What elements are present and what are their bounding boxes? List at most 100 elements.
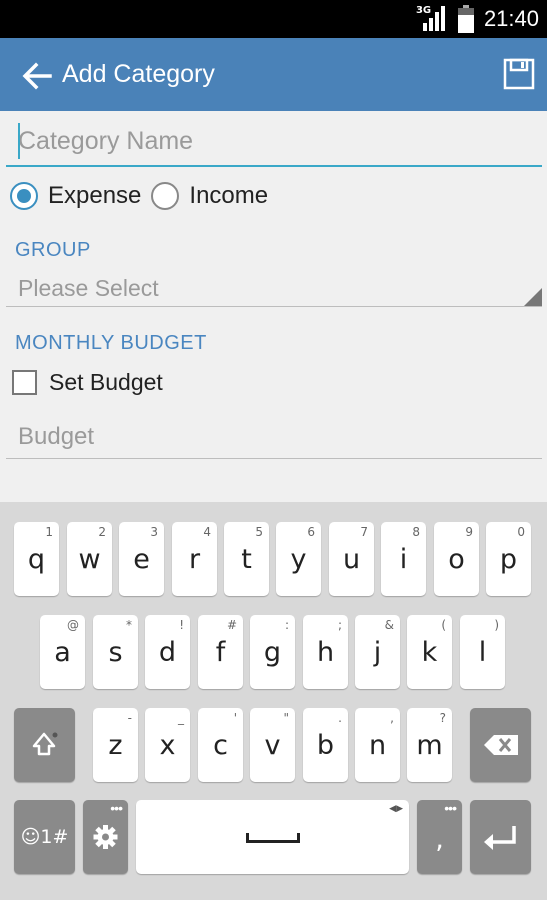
gear-icon <box>93 825 118 849</box>
clock: 21:40 <box>483 6 539 31</box>
key-j[interactable]: & j <box>355 615 400 689</box>
key-label: i <box>399 544 408 575</box>
key-y[interactable]: 6y <box>276 522 321 596</box>
emoji-symbols-key[interactable]: ☺1# <box>14 800 75 874</box>
key-hint: 8 <box>412 525 420 539</box>
key-hint: 3 <box>150 525 158 539</box>
key-e[interactable]: 3e <box>119 522 164 596</box>
key-hint: & <box>384 618 394 632</box>
set-budget-row: Set Budget <box>12 368 163 396</box>
monthly-budget-section-label: MONTHLY BUDGET <box>15 332 207 354</box>
key-hint: # <box>226 618 237 632</box>
key-k[interactable]: (k <box>407 615 452 689</box>
key-hint: _ <box>178 711 184 725</box>
key-label: s <box>108 637 123 668</box>
status-bar: 3G 21:40 <box>0 0 547 38</box>
income-radio[interactable] <box>151 182 180 210</box>
space-key[interactable]: ◀▶ <box>136 800 409 874</box>
income-radio-label[interactable]: Income <box>189 182 268 210</box>
key-hint: 7 <box>360 525 368 539</box>
key-label: v <box>264 730 281 761</box>
key-hint: ' <box>233 711 237 725</box>
shift-arrow-icon <box>32 732 58 756</box>
key-l[interactable]: ) l <box>460 615 505 689</box>
key-hint: : <box>284 618 289 632</box>
key-label: w <box>78 544 101 575</box>
key-a[interactable]: @ a <box>40 615 85 689</box>
key-n[interactable]: ,n <box>355 708 400 782</box>
key-label: f <box>215 637 226 668</box>
key-label: k <box>421 637 438 668</box>
key-hint: 2 <box>98 525 106 539</box>
key-x[interactable]: _ x <box>145 708 190 782</box>
key-hint: ; <box>337 618 342 632</box>
budget-input[interactable] <box>6 419 542 455</box>
comma-key[interactable]: ••• , <box>417 800 462 874</box>
key-label: t <box>241 544 252 575</box>
key-r[interactable]: 4r <box>172 522 217 596</box>
key-label: h <box>316 637 335 668</box>
key-hint: ( <box>441 618 446 632</box>
set-budget-label[interactable]: Set Budget <box>49 369 163 396</box>
key-hint: ! <box>179 618 184 632</box>
budget-field-wrap <box>6 419 542 459</box>
key-label: u <box>342 544 361 575</box>
key-f[interactable]: # f <box>198 615 243 689</box>
key-u[interactable]: 7u <box>329 522 374 596</box>
text-cursor <box>18 123 20 159</box>
settings-key[interactable]: ••• <box>83 800 128 874</box>
key-label: g <box>263 637 282 668</box>
key-label: e <box>133 544 150 575</box>
space-bar-icon <box>246 833 300 843</box>
group-select-value: Please Select <box>18 275 159 301</box>
category-form: Expense Income GROUP Please Select MONTH… <box>0 111 547 502</box>
key-g[interactable]: :g <box>250 615 295 689</box>
key-label: c <box>213 730 228 761</box>
expense-radio-label[interactable]: Expense <box>48 182 141 210</box>
key-label: b <box>316 730 335 761</box>
group-select[interactable]: Please Select <box>6 271 542 307</box>
key-hint: 5 <box>255 525 263 539</box>
key-hint: 4 <box>203 525 211 539</box>
key-w[interactable]: 2w <box>67 522 112 596</box>
backspace-icon <box>484 735 518 755</box>
key-hint: 1 <box>45 525 53 539</box>
key-q[interactable]: 1q <box>14 522 59 596</box>
key-hint: ) <box>494 618 499 632</box>
key-hint: " <box>283 711 289 725</box>
category-type-radio-group: Expense Income <box>10 180 278 212</box>
key-h[interactable]: ; h <box>303 615 348 689</box>
key-t[interactable]: 5t <box>224 522 269 596</box>
category-name-input[interactable] <box>6 119 542 163</box>
key-label: d <box>158 637 177 668</box>
key-hint: - <box>127 711 132 725</box>
key-label: z <box>108 730 123 761</box>
key-d[interactable]: ! d <box>145 615 190 689</box>
key-p[interactable]: 0p <box>486 522 531 596</box>
key-m[interactable]: ? m <box>407 708 452 782</box>
key-z[interactable]: -z <box>93 708 138 782</box>
key-hint: @ <box>67 618 79 632</box>
key-o[interactable]: 9o <box>434 522 479 596</box>
set-budget-checkbox[interactable] <box>12 369 37 395</box>
signal-icon <box>422 6 445 31</box>
more-dots-icon: ••• <box>444 800 457 816</box>
key-v[interactable]: " v <box>250 708 295 782</box>
key-label: r <box>188 544 201 575</box>
key-s[interactable]: * s <box>93 615 138 689</box>
key-label: m <box>416 730 443 761</box>
shift-key[interactable] <box>14 708 75 782</box>
battery-icon <box>457 5 474 33</box>
key-b[interactable]: .b <box>303 708 348 782</box>
key-c[interactable]: ' c <box>198 708 243 782</box>
arrow-left-icon[interactable] <box>20 59 54 93</box>
key-label: q <box>27 544 46 575</box>
key-label: y <box>290 544 307 575</box>
network-indicator: 3G <box>416 5 448 33</box>
key-i[interactable]: 8i <box>381 522 426 596</box>
floppy-disk-icon[interactable] <box>503 58 535 90</box>
backspace-key[interactable] <box>470 708 531 782</box>
enter-key[interactable] <box>470 800 531 874</box>
expense-radio[interactable] <box>10 182 38 210</box>
key-hint: * <box>126 618 132 632</box>
